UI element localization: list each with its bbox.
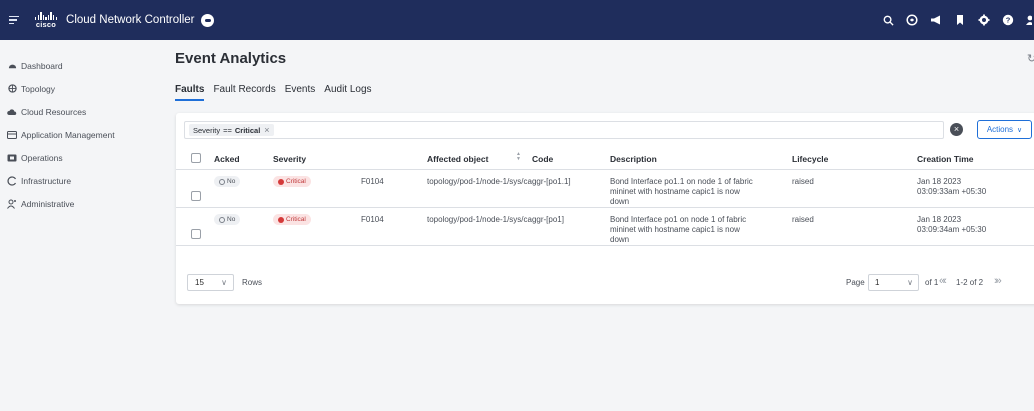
rows-per-page-select[interactable]: 15 ∨ <box>187 274 234 291</box>
sidebar-item-application-management[interactable]: Application Management <box>0 123 160 146</box>
select-all-checkbox[interactable] <box>191 153 201 163</box>
column-creation-time[interactable]: Creation Time <box>917 154 974 164</box>
severity-badge: Critical <box>273 214 311 225</box>
app-title: Cloud Network Controller <box>66 14 195 26</box>
faults-table: Acked Severity ▲ ▼ Code Affected object D… <box>176 146 1034 246</box>
affected-object-cell: topology/pod-1/node-1/sys/caggr-[po1] <box>427 215 564 224</box>
lifecycle-cell: raised <box>792 215 814 224</box>
actions-button-label: Actions <box>986 125 1014 134</box>
sidebar: Dashboard Topology Cloud Resources Appli… <box>0 40 160 411</box>
tab-audit-logs[interactable]: Audit Logs <box>324 84 371 101</box>
table-row[interactable]: No Critical F0104 topology/pod-1/node-1/… <box>176 170 1034 208</box>
remove-filter-icon[interactable]: × <box>264 125 269 135</box>
lifecycle-cell: raised <box>792 177 814 186</box>
acked-badge: No <box>214 176 241 187</box>
next-page-icon[interactable]: ›» <box>994 275 1002 287</box>
faults-panel: Severity == Critical × × Actions ∨ Acked… <box>176 113 1034 304</box>
rows-label: Rows <box>242 278 263 287</box>
settings-icon[interactable] <box>978 14 990 26</box>
page-label: Page <box>846 278 865 287</box>
search-icon[interactable] <box>882 14 894 26</box>
sidebar-item-infrastructure[interactable]: Infrastructure <box>0 169 160 192</box>
megaphone-icon[interactable] <box>930 14 942 26</box>
code-cell: F0104 <box>361 215 384 224</box>
column-severity[interactable]: Severity <box>273 154 306 164</box>
actions-button[interactable]: Actions ∨ <box>977 120 1032 139</box>
sidebar-item-operations[interactable]: Operations <box>0 146 160 169</box>
clear-filter-icon[interactable]: × <box>950 123 963 136</box>
tab-events[interactable]: Events <box>285 84 316 101</box>
column-lifecycle[interactable]: Lifecycle <box>792 154 828 164</box>
column-description[interactable]: Description <box>610 154 657 164</box>
tab-faults[interactable]: Faults <box>175 84 205 101</box>
sort-icon[interactable]: ▲ ▼ <box>516 152 521 162</box>
chevron-down-icon: ∨ <box>1017 126 1023 134</box>
topology-icon <box>7 84 17 94</box>
creation-time-cell: Jan 18 2023 03:09:33am +05:30 <box>917 177 987 196</box>
top-bar: cisco Cloud Network Controller ? <box>0 0 1034 40</box>
user-icon[interactable] <box>1026 14 1032 26</box>
previous-page-icon[interactable]: «‹ <box>939 275 947 287</box>
cloud-icon <box>7 107 17 117</box>
infrastructure-icon <box>7 175 17 186</box>
sidebar-item-dashboard[interactable]: Dashboard <box>0 54 160 77</box>
chevron-down-icon: ∨ <box>907 278 913 287</box>
column-acked[interactable]: Acked <box>214 154 240 164</box>
assistant-icon[interactable] <box>906 14 918 26</box>
dashboard-icon <box>7 61 17 71</box>
help-icon[interactable]: ? <box>1002 14 1014 26</box>
description-cell: Bond Interface po1.1 on node 1 of fabric… <box>610 177 753 206</box>
cisco-logo: cisco <box>35 11 58 29</box>
filter-chip-operator: == <box>223 125 232 135</box>
page-select[interactable]: 1 ∨ <box>868 274 919 291</box>
affected-object-cell: topology/pod-1/node-1/sys/caggr-[po1.1] <box>427 177 571 186</box>
table-footer: 15 ∨ Rows Page 1 ∨ of 1 «‹ 1-2 of 2 ›» <box>176 266 1034 300</box>
filter-input[interactable]: Severity == Critical × <box>184 121 944 139</box>
ai-badge-icon[interactable] <box>201 13 215 27</box>
description-cell: Bond Interface po1 on node 1 of fabric m… <box>610 215 747 244</box>
sidebar-item-administrative[interactable]: Administrative <box>0 192 160 215</box>
operations-icon <box>7 153 17 163</box>
creation-time-cell: Jan 18 2023 03:09:34am +05:30 <box>917 215 987 234</box>
filter-chip-field: Severity <box>193 125 221 135</box>
code-cell: F0104 <box>361 177 384 186</box>
refresh-icon[interactable]: ↻ <box>1027 52 1034 65</box>
row-checkbox[interactable] <box>191 191 201 201</box>
admin-icon <box>7 199 17 209</box>
acked-badge: No <box>214 214 241 225</box>
severity-badge: Critical <box>273 176 311 187</box>
chevron-down-icon: ∨ <box>221 278 227 287</box>
bookmark-icon[interactable] <box>954 14 966 26</box>
tab-fault-records[interactable]: Fault Records <box>213 84 275 101</box>
page-title: Event Analytics <box>175 50 287 67</box>
menu-icon[interactable] <box>9 15 21 25</box>
row-checkbox[interactable] <box>191 229 201 239</box>
page-count: of 1 <box>925 278 939 287</box>
filter-chip[interactable]: Severity == Critical × <box>189 124 274 136</box>
page-range: 1-2 of 2 <box>956 278 984 287</box>
sidebar-item-topology[interactable]: Topology <box>0 77 160 100</box>
tab-bar: Faults Fault Records Events Audit Logs <box>175 84 372 101</box>
column-affected-object[interactable]: Affected object <box>427 154 488 164</box>
sidebar-item-cloud-resources[interactable]: Cloud Resources <box>0 100 160 123</box>
table-row[interactable]: No Critical F0104 topology/pod-1/node-1/… <box>176 208 1034 246</box>
application-icon <box>7 130 17 140</box>
svg-text:?: ? <box>1006 16 1011 25</box>
filter-chip-value: Critical <box>234 125 261 135</box>
table-header: Acked Severity ▲ ▼ Code Affected object D… <box>176 146 1034 170</box>
column-code[interactable]: Code <box>532 154 553 164</box>
